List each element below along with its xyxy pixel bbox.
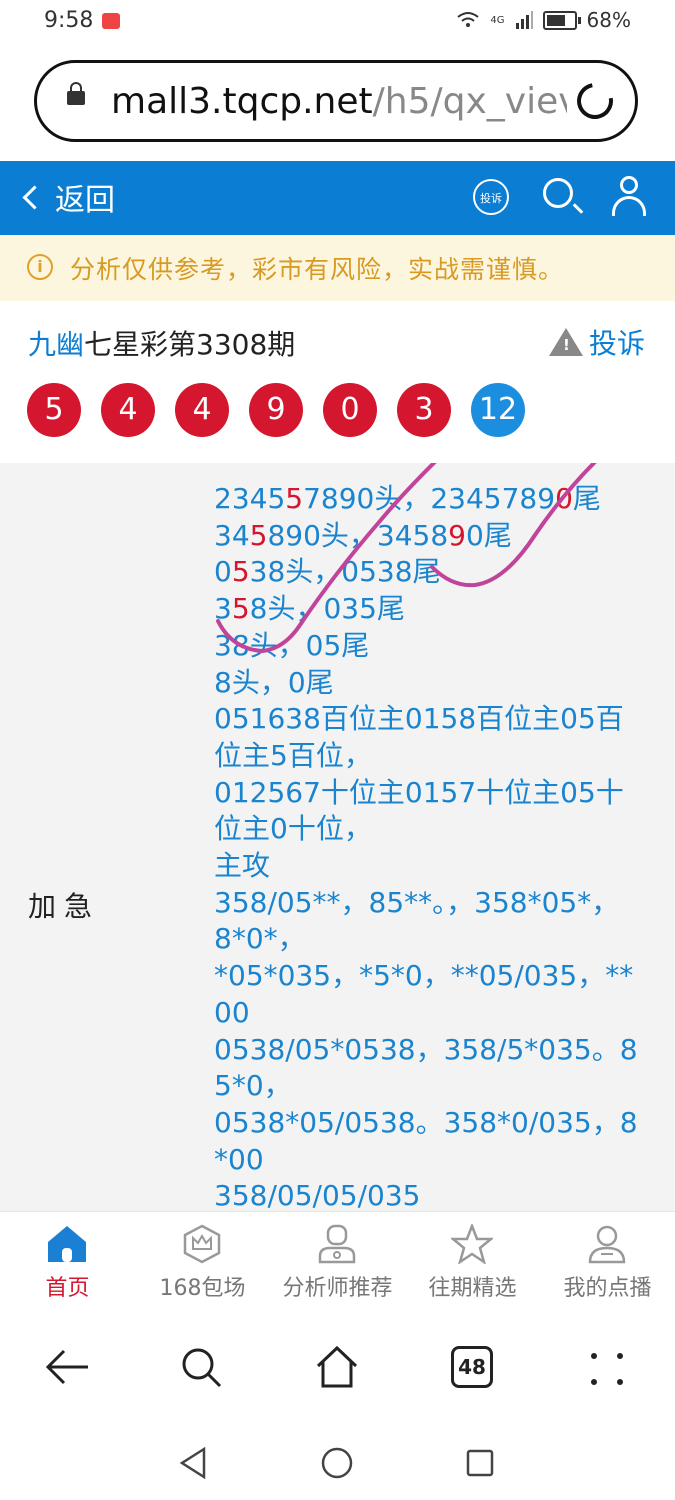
chevron-left-icon bbox=[22, 184, 47, 210]
home-icon bbox=[46, 1224, 88, 1264]
info-icon: i bbox=[27, 254, 53, 280]
tab-home[interactable]: 首页 bbox=[0, 1212, 135, 1310]
system-nav-bar bbox=[0, 1420, 675, 1500]
arrow-left-icon[interactable] bbox=[44, 1347, 90, 1387]
complain-icon[interactable]: 投诉 bbox=[473, 179, 509, 215]
wifi-icon bbox=[457, 12, 480, 27]
report-button[interactable]: ! 投诉 bbox=[548, 322, 645, 362]
search-icon[interactable] bbox=[180, 1346, 224, 1390]
status-bar: 9:58 4G 68% bbox=[0, 0, 675, 44]
tab-crown-badge[interactable]: 168包场 bbox=[135, 1212, 270, 1310]
draw-number-ball: 9 bbox=[249, 383, 303, 437]
tabs-count-button[interactable]: 48 bbox=[451, 1346, 493, 1388]
network-type: 4G bbox=[490, 14, 505, 26]
tab-label: 首页 bbox=[45, 1276, 90, 1301]
tab-analyst[interactable]: 分析师推荐 bbox=[270, 1212, 405, 1310]
battery-level: 68% bbox=[586, 8, 631, 32]
back-triangle-icon[interactable] bbox=[178, 1446, 208, 1480]
browser-toolbar: 48 bbox=[0, 1310, 675, 1420]
draw-number-ball: 4 bbox=[101, 383, 155, 437]
recents-square-icon[interactable] bbox=[466, 1449, 494, 1477]
back-label: 返回 bbox=[55, 183, 115, 218]
page-title: 九幽七星彩第3308期 bbox=[28, 323, 295, 363]
notice-text: 分析仅供参考，彩市有风险，实战需谨慎。 bbox=[70, 255, 565, 284]
notification-app-icon bbox=[102, 13, 120, 29]
address-bar[interactable]: mall3.tqcp.net/h5/qx_viev bbox=[34, 60, 638, 142]
home-circle-icon[interactable] bbox=[321, 1447, 353, 1479]
status-time: 9:58 bbox=[44, 8, 94, 33]
draw-number-ball: 0 bbox=[323, 383, 377, 437]
back-button[interactable]: 返回 bbox=[22, 175, 115, 219]
author-link[interactable]: 九幽 bbox=[28, 328, 84, 361]
analyst-icon bbox=[316, 1224, 358, 1264]
profile-icon bbox=[586, 1224, 628, 1264]
tab-label: 168包场 bbox=[159, 1276, 246, 1301]
more-icon[interactable] bbox=[588, 1350, 626, 1388]
report-label: 投诉 bbox=[588, 327, 645, 360]
draw-number-ball: 4 bbox=[175, 383, 229, 437]
draw-number-ball: 5 bbox=[27, 383, 81, 437]
battery-icon bbox=[542, 10, 581, 30]
handwritten-checkmarks bbox=[216, 463, 597, 654]
lock-icon bbox=[67, 82, 85, 105]
tab-label: 分析师推荐 bbox=[282, 1276, 393, 1301]
search-icon[interactable] bbox=[543, 178, 573, 208]
reload-icon[interactable] bbox=[569, 75, 621, 127]
tab-profile[interactable]: 我的点播 bbox=[540, 1212, 675, 1310]
draw-number-ball: 3 bbox=[397, 383, 451, 437]
tab-label: 往期精选 bbox=[428, 1276, 517, 1301]
signal-icon bbox=[515, 11, 533, 29]
tab-star[interactable]: 往期精选 bbox=[405, 1212, 540, 1310]
warning-icon: ! bbox=[548, 328, 583, 356]
bottom-tab-bar: 首页 168包场 分析师推荐 往期精选 我的点播 bbox=[0, 1211, 675, 1311]
prediction-content: 加急 234557890头，23457890尾 345890头，345890尾 05… bbox=[0, 463, 675, 1211]
crown-badge-icon bbox=[181, 1224, 223, 1264]
user-icon[interactable] bbox=[612, 176, 646, 216]
status-indicators: 4G 68% bbox=[456, 8, 631, 32]
home-icon[interactable] bbox=[314, 1344, 360, 1390]
issue-title: 七星彩第3308期 bbox=[84, 328, 296, 361]
app-header: 返回 投诉 bbox=[0, 161, 675, 235]
draw-number-ball: 12 bbox=[471, 383, 525, 437]
url-text[interactable]: mall3.tqcp.net/h5/qx_viev bbox=[111, 81, 567, 122]
risk-notice: i 分析仅供参考，彩市有风险，实战需谨慎。 bbox=[0, 235, 675, 301]
tab-label: 我的点播 bbox=[563, 1276, 652, 1301]
star-icon bbox=[449, 1222, 495, 1265]
